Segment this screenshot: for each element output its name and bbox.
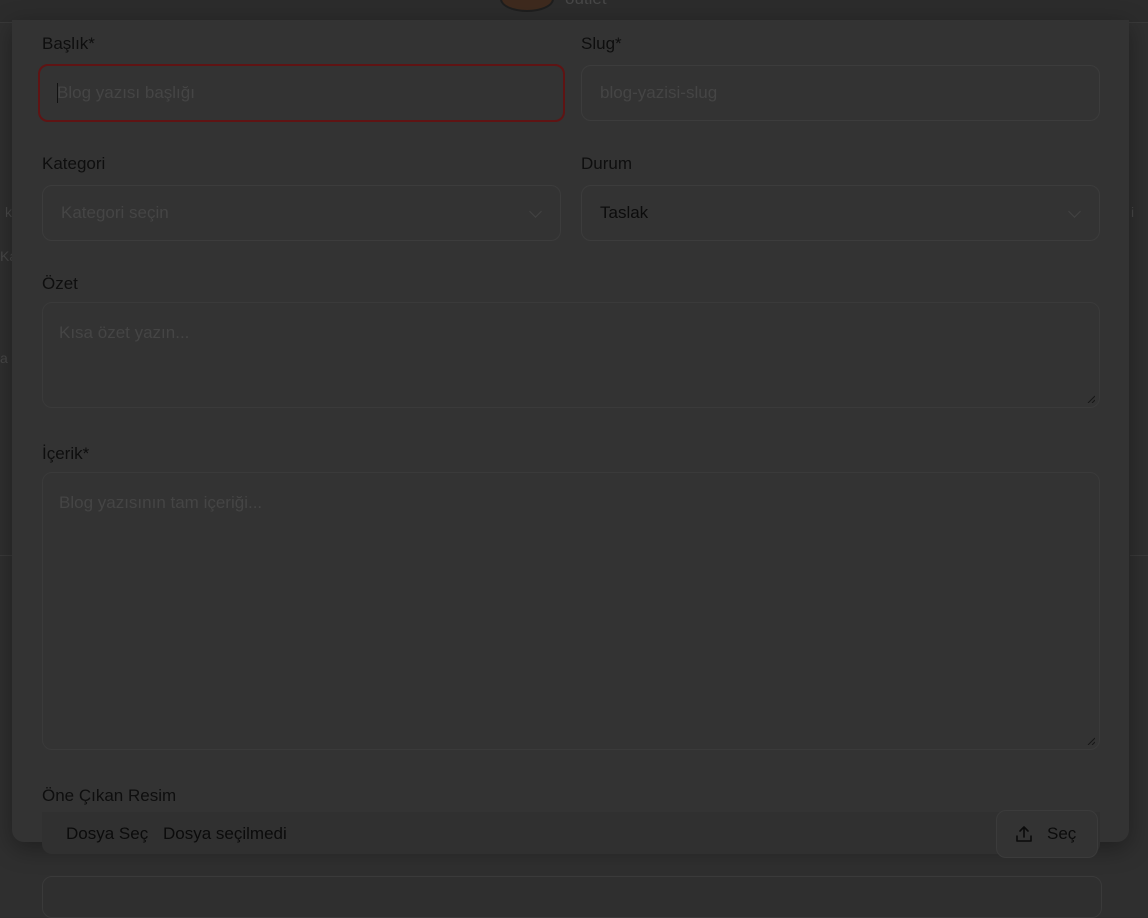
background-divider [1130,555,1148,556]
background-text: k [5,204,12,220]
select-image-label: Seç [1047,824,1077,843]
next-field-input[interactable] [42,876,1102,918]
slug-input[interactable]: blog-yazisi-slug [581,65,1100,121]
status-value: Taslak [600,203,649,222]
summary-label: Özet [42,274,78,293]
featured-image-label: Öne Çıkan Resim [42,786,177,805]
title-placeholder: Blog yazısı başlığı [57,83,195,102]
resize-handle-icon[interactable] [1087,737,1095,745]
status-select[interactable]: Taslak [581,185,1100,241]
summary-placeholder: Kısa özet yazın... [59,323,190,342]
slug-label: Slug* [581,34,622,53]
content-textarea[interactable]: Blog yazısının tam içeriği... [42,472,1100,750]
slug-placeholder: blog-yazisi-slug [600,83,718,102]
resize-handle-icon[interactable] [1087,395,1095,403]
content-placeholder: Blog yazısının tam içeriği... [59,493,263,512]
file-status-text: Dosya seçilmedi [163,824,287,843]
category-select[interactable]: Kategori seçin [42,185,561,241]
chevron-down-icon [529,205,542,218]
upload-icon [1016,826,1032,842]
status-label: Durum [581,154,633,173]
content-label: İçerik* [42,444,90,463]
chevron-down-icon [1068,205,1081,218]
brand-name: outlet [565,0,607,9]
background-text: a [0,350,8,366]
choose-file-button[interactable]: Dosya Seç [66,824,148,844]
select-image-button[interactable]: Seç [996,810,1098,858]
category-label: Kategori [42,154,106,173]
summary-textarea[interactable]: Kısa özet yazın... [42,302,1100,408]
title-input[interactable]: Blog yazısı başlığı [38,64,565,122]
category-placeholder: Kategori seçin [61,203,169,222]
background-divider [0,555,12,556]
text-caret [57,83,58,103]
title-label: Başlık* [42,34,95,53]
background-text: i [1131,204,1135,220]
